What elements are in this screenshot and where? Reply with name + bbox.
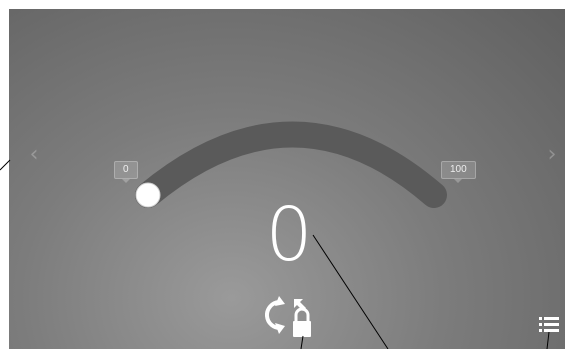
device-screen: ‹ › 0 100 0 [9, 9, 565, 349]
list-menu-icon[interactable] [539, 317, 559, 333]
slider-track [135, 121, 447, 208]
lock-icon[interactable] [291, 299, 313, 341]
min-label: 0 [114, 161, 138, 183]
max-label: 100 [441, 161, 476, 183]
current-value: 0 [265, 192, 313, 278]
rotate-icon[interactable] [265, 296, 287, 340]
slider-thumb [135, 182, 161, 208]
arc-slider[interactable] [9, 9, 565, 349]
